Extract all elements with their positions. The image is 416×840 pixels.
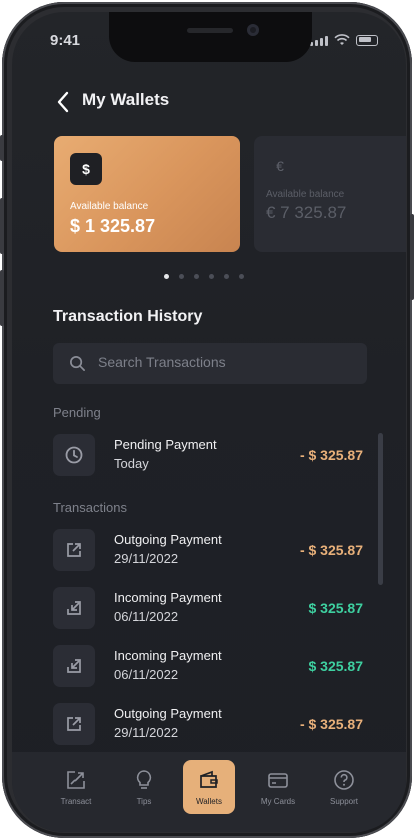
balance-amount: $ 1 325.87 [70,216,156,236]
arrow-down-left-icon [53,645,95,687]
transfer-icon [67,771,85,789]
transaction-date: 29/11/2022 [114,725,179,740]
lightbulb-icon [136,770,152,789]
status-icons [310,34,378,46]
transaction-date: Today [114,456,149,471]
status-time: 9:41 [50,32,81,49]
section-title: Transaction History [53,308,203,325]
balance-label: Available balance [266,189,345,200]
transaction-date: 06/11/2022 [114,667,179,682]
tab-label: My Cards [260,797,296,806]
mute-switch [0,135,4,161]
transaction-title: Outgoing Payment [114,706,222,721]
tab-label: Tips [136,797,152,806]
tab-label: Wallets [196,797,222,806]
arrow-up-right-icon [53,529,95,571]
notch [109,12,312,62]
volume-down-button [0,270,4,326]
transaction-title: Pending Payment [114,437,217,452]
search-placeholder: Search Transactions [98,354,226,370]
balance-amount: € 7 325.87 [266,203,347,222]
wallet-card-eur[interactable]: € Available balance € 7 325.87 [254,136,406,252]
tab-tips[interactable]: Tips [118,760,170,814]
cellular-signal-icon [310,35,328,46]
back-chevron-icon[interactable] [52,90,76,114]
wallet-icon [200,770,218,788]
balance-label: Available balance [70,201,149,212]
transaction-date: 29/11/2022 [114,551,179,566]
euro-icon: € [276,158,284,174]
transaction-row[interactable]: Incoming Payment 06/11/2022 $ 325.87 [53,587,363,629]
speaker [187,28,233,33]
tab-my-cards[interactable]: My Cards [252,760,304,814]
pagination-dot[interactable] [224,274,229,279]
transaction-amount: $ 325.87 [308,658,364,674]
credit-card-icon [268,773,288,788]
pagination-dot[interactable] [179,274,184,279]
tab-support[interactable]: Support [318,760,370,814]
transaction-row[interactable]: Pending Payment Today - $ 325.87 [53,434,363,476]
transaction-title: Incoming Payment [114,590,222,605]
carousel-pagination [164,274,244,279]
front-camera [247,24,259,36]
pagination-dot[interactable] [194,274,199,279]
dollar-icon: $ [70,153,102,185]
transactions-label: Transactions [53,500,127,515]
battery-icon [356,34,378,46]
transaction-title: Incoming Payment [114,648,222,663]
transaction-amount: - $ 325.87 [299,447,363,463]
transaction-date: 06/11/2022 [114,609,179,624]
transaction-amount: - $ 325.87 [299,542,363,558]
page-title: My Wallets [82,90,170,109]
scrollbar[interactable] [378,433,383,585]
app-screen: 9:41 My Wallets $ Available balance $ 1 … [12,12,406,832]
volume-up-button [0,198,4,254]
pagination-dot[interactable] [239,274,244,279]
transaction-amount: $ 325.87 [308,600,364,616]
transaction-title: Outgoing Payment [114,532,222,547]
transaction-row[interactable]: Outgoing Payment 29/11/2022 - $ 325.87 [53,529,363,571]
bottom-tab-bar: Transact Tips Wallets My Cards Support [12,752,406,832]
power-button [410,214,414,300]
pending-label: Pending [53,405,101,420]
transaction-row[interactable]: Outgoing Payment 29/11/2022 - $ 325.87 [53,703,363,745]
tab-label: Transact [60,797,92,806]
search-icon [70,356,85,371]
tab-wallets[interactable]: Wallets [183,760,235,814]
help-icon [334,770,354,790]
pagination-dot[interactable] [164,274,169,279]
transaction-amount: - $ 325.87 [299,716,363,732]
clock-icon [53,434,95,476]
transaction-row[interactable]: Incoming Payment 06/11/2022 $ 325.87 [53,645,363,687]
arrow-down-left-icon [53,587,95,629]
wallet-card-usd[interactable]: $ Available balance $ 1 325.87 [54,136,240,252]
phone-frame: 9:41 My Wallets $ Available balance $ 1 … [0,2,414,838]
arrow-up-right-icon [53,703,95,745]
wifi-icon [334,34,350,45]
pagination-dot[interactable] [209,274,214,279]
tab-transact[interactable]: Transact [50,760,102,814]
tab-label: Support [329,797,359,806]
search-input[interactable]: Search Transactions [53,343,367,384]
